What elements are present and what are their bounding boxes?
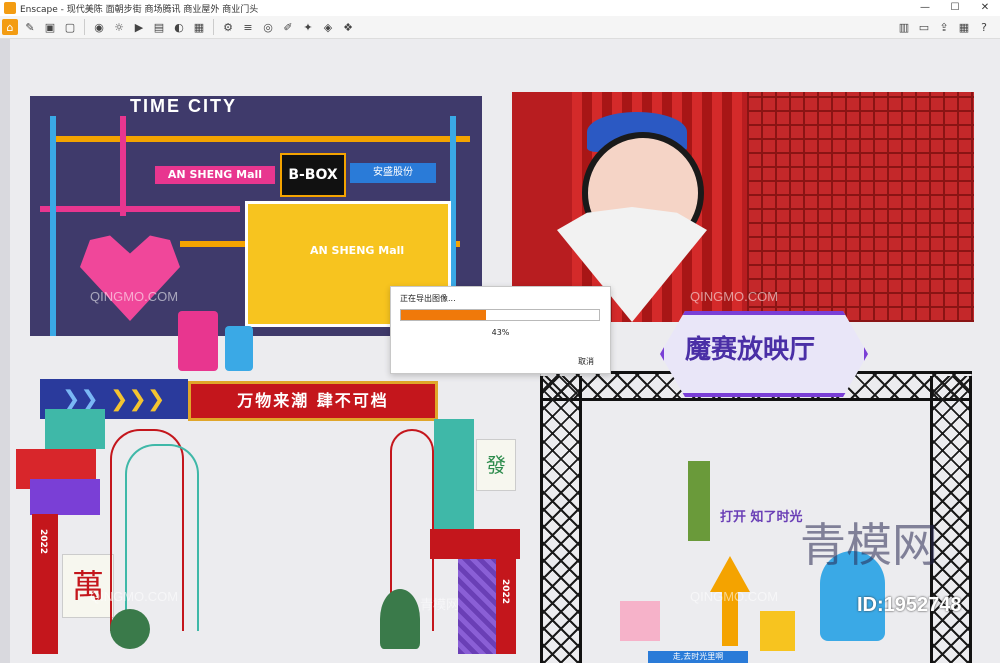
progress-percent: 43% [491, 328, 510, 337]
maximize-button[interactable]: ☐ [940, 0, 970, 16]
layers-icon[interactable]: ≡ [240, 19, 256, 35]
brand-sign: 安盛股份 [350, 163, 436, 183]
cancel-button[interactable]: 取消 [578, 356, 594, 367]
pine-tree [380, 589, 420, 649]
pink-box [620, 601, 660, 641]
pine-tree [110, 609, 150, 649]
help-icon[interactable]: ? [976, 19, 992, 35]
render-viewport[interactable]: TIME CITY AN SHENG Mall B-BOX 安盛股份 AN SH… [0, 39, 1000, 663]
pipe [50, 116, 56, 336]
dialog-title: 正在导出图像... [400, 294, 456, 303]
progress-bar [400, 309, 600, 321]
export-progress-dialog: 正在导出图像... 43% 取消 [390, 286, 611, 374]
export-icon[interactable]: ⇪ [936, 19, 952, 35]
watermark: 青模网 [420, 597, 460, 612]
pixel-heart [80, 235, 180, 321]
viewport-left-edge [0, 39, 10, 663]
video-icon[interactable]: ▤ [151, 19, 167, 35]
eye-icon[interactable]: ◎ [260, 19, 276, 35]
pipe [50, 136, 470, 142]
pink-cylinder [178, 311, 218, 371]
cube-icon[interactable]: ▣ [42, 19, 58, 35]
time-city-sign: TIME CITY [130, 96, 237, 116]
capture-icon[interactable]: ▥ [896, 19, 912, 35]
teal-pillar [434, 419, 474, 539]
light-icon[interactable]: ✦ [300, 19, 316, 35]
image-icon[interactable]: ▦ [191, 19, 207, 35]
render-icon[interactable]: ▶ [131, 19, 147, 35]
chevron-icon: ❯❯❯ [110, 387, 166, 412]
settings-icon[interactable]: ⚙ [220, 19, 236, 35]
layout-icon[interactable]: ▦ [956, 19, 972, 35]
yellow-box [760, 611, 795, 651]
window-title: Enscape - 现代美陈 面朝步街 商场腾讯 商业屋外 商业门头 [20, 4, 259, 15]
screen-icon[interactable]: ▭ [916, 19, 932, 35]
teal-block [45, 409, 105, 449]
watermark-id: ID:1952748 [857, 594, 962, 616]
material-icon[interactable]: ◈ [320, 19, 336, 35]
title-bar: Enscape - 现代美陈 面朝步街 商场腾讯 商业屋外 商业门头 — ☐ ✕ [0, 0, 1000, 16]
brush-icon[interactable]: ✎ [22, 19, 38, 35]
pipe [120, 116, 126, 216]
sun-icon[interactable]: ☼ [111, 19, 127, 35]
watermark-large: 青模网 [800, 518, 938, 572]
watermark: QINGMO.COM [90, 289, 179, 304]
toolbar-separator [213, 19, 214, 35]
watermark: QINGMO.COM [90, 589, 179, 604]
home-icon[interactable]: ⌂ [2, 19, 18, 35]
toolbar: ⌂ ✎ ▣ ▢ ◉ ☼ ▶ ▤ ◐ ▦ ⚙ ≡ ◎ ✐ ✦ ◈ ❖ ▥ ▭ ⇪ ▦? [0, 16, 1000, 39]
bbox-sign: B-BOX [280, 153, 346, 197]
pencil-icon[interactable]: ✐ [280, 19, 296, 35]
bottom-banner: 走,去时光里啊 [648, 651, 748, 663]
close-button[interactable]: ✕ [970, 0, 1000, 16]
plant-column [688, 461, 710, 541]
progress-fill [401, 310, 487, 320]
year-label: 2022 [38, 529, 48, 555]
truss-left [540, 376, 582, 663]
toolbar-separator [84, 19, 85, 35]
open-time-sign: 打开 知了时光 [720, 510, 803, 525]
screen-text: AN SHENG Mall [310, 244, 405, 257]
mahjong-tile-fa: 發 [476, 439, 516, 491]
mall-sign: AN SHENG Mall [155, 166, 275, 184]
mahjong-tile-wan: 萬 [62, 554, 114, 618]
panorama-icon[interactable]: ◐ [171, 19, 187, 35]
minimize-button[interactable]: — [910, 0, 940, 16]
toolbar-left-group: ⌂ ✎ ▣ ▢ ◉ ☼ ▶ ▤ ◐ ▦ ⚙ ≡ ◎ ✐ ✦ ◈ ❖ [0, 19, 358, 35]
window-controls: — ☐ ✕ [910, 0, 1000, 16]
red-block [430, 529, 520, 559]
purple-block [30, 479, 100, 515]
watermark: QINGMO.COM [690, 589, 779, 604]
red-banner: 万物来潮 肆不可档 [188, 381, 438, 421]
year-label: 2022 [500, 579, 510, 605]
pipe [40, 206, 240, 212]
chinese-gate-installation: ❯❯ ❯❯❯ 万物来潮 肆不可档 2022 萬 發 2022 [10, 379, 520, 663]
toolbar-right-group: ▥ ▭ ⇪ ▦? [894, 19, 994, 35]
watermark: QINGMO.COM [690, 289, 779, 304]
opera-mask-grid [747, 92, 974, 322]
box-icon[interactable]: ▢ [62, 19, 78, 35]
enscape-logo-icon [4, 2, 16, 14]
blue-cylinder [225, 326, 253, 371]
red-pillar [496, 559, 516, 654]
camera-icon[interactable]: ◉ [91, 19, 107, 35]
hex-sign-text: 魔赛放映厅 [685, 335, 816, 365]
asset-icon[interactable]: ❖ [340, 19, 356, 35]
